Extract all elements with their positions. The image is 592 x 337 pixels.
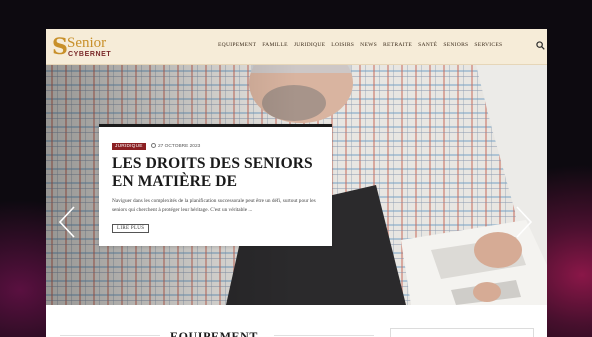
nav-item-famille[interactable]: FAMILLE xyxy=(262,42,288,48)
read-more-button[interactable]: LIRE PLUS xyxy=(112,224,150,233)
nav-item-services[interactable]: SERVICES xyxy=(474,42,502,48)
main-nav: EQUIPEMENT FAMILLE JURIDIQUE LOISIRS NEW… xyxy=(218,42,502,48)
nav-item-loisirs[interactable]: LOISIRS xyxy=(331,42,354,48)
site-header: S Senior CYBERNET EQUIPEMENT FAMILLE JUR… xyxy=(46,29,547,65)
chevron-left-icon[interactable] xyxy=(56,205,78,239)
logo-mark: S xyxy=(52,34,68,60)
nav-item-sante[interactable]: SANTÉ xyxy=(418,42,437,48)
logo-word: Senior xyxy=(67,35,107,51)
post-excerpt: Naviguer dans les complexités de la plan… xyxy=(112,198,316,213)
logo-subtitle: CYBERNET xyxy=(68,51,112,58)
clock-icon xyxy=(151,143,156,148)
nav-item-retraite[interactable]: RETRAITE xyxy=(383,42,412,48)
nav-item-news[interactable]: NEWS xyxy=(360,42,377,48)
featured-post-card[interactable]: JURIDIQUE 27 OCTOBRE 2023 LES DROITS DES… xyxy=(99,124,332,246)
hero-slider: JURIDIQUE 27 OCTOBRE 2023 LES DROITS DES… xyxy=(46,65,547,305)
section-title: EQUIPEMENT xyxy=(170,329,259,337)
nav-item-juridique[interactable]: JURIDIQUE xyxy=(294,42,325,48)
website-window: S Senior CYBERNET EQUIPEMENT FAMILLE JUR… xyxy=(46,29,547,337)
section-divider-left xyxy=(60,335,160,336)
section-divider-right xyxy=(274,335,374,336)
post-date-text: 27 OCTOBRE 2023 xyxy=(158,144,201,149)
category-badge[interactable]: JURIDIQUE xyxy=(112,143,146,150)
content-area: EQUIPEMENT xyxy=(46,305,547,337)
search-icon[interactable] xyxy=(536,41,545,50)
chevron-right-icon[interactable] xyxy=(513,205,535,239)
nav-item-equipement[interactable]: EQUIPEMENT xyxy=(218,42,256,48)
nav-item-seniors[interactable]: SENIORS xyxy=(443,42,468,48)
post-title[interactable]: LES DROITS DES SENIORS EN MATIÈRE DE xyxy=(112,155,322,191)
post-date: 27 OCTOBRE 2023 xyxy=(151,143,200,150)
sidebar-widget xyxy=(390,328,534,337)
site-logo[interactable]: S Senior CYBERNET xyxy=(52,35,122,61)
